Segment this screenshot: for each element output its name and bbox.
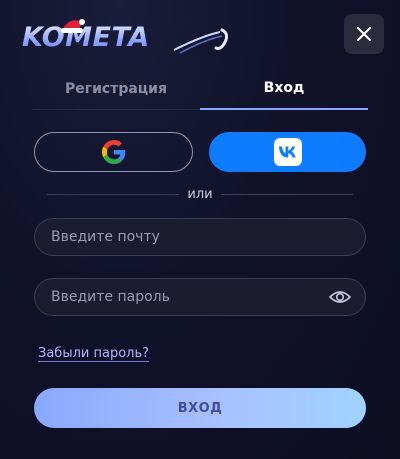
google-login-button[interactable] <box>34 132 193 172</box>
social-login-row <box>34 132 366 172</box>
close-icon <box>357 27 371 41</box>
tab-registration-label: Регистрация <box>65 80 167 97</box>
email-field[interactable] <box>34 218 366 256</box>
close-button[interactable] <box>344 14 384 54</box>
divider-line-right <box>220 193 353 195</box>
auth-tabs: Регистрация Вход <box>32 68 368 110</box>
login-modal: KOMETA Регистрация Вход или Введите почт… <box>0 0 400 459</box>
login-submit-button[interactable]: ВХОД <box>34 388 366 428</box>
vk-login-button[interactable] <box>209 132 366 172</box>
forgot-password-link[interactable]: Забыли пароль? <box>38 346 149 361</box>
eye-icon <box>329 291 351 303</box>
tab-login[interactable]: Вход <box>200 68 368 110</box>
tab-registration[interactable]: Регистрация <box>32 68 200 110</box>
password-input[interactable] <box>35 278 327 316</box>
password-field[interactable] <box>34 278 366 316</box>
show-password-button[interactable] <box>327 284 353 310</box>
tab-login-label: Вход <box>263 80 305 96</box>
vk-icon <box>273 138 302 166</box>
divider-text: или <box>187 186 213 202</box>
email-input[interactable] <box>35 218 365 256</box>
or-divider: или <box>34 184 366 204</box>
kometa-logo: KOMETA <box>22 18 232 58</box>
comet-icon <box>173 28 229 54</box>
divider-line-left <box>47 193 180 195</box>
google-icon <box>101 140 125 164</box>
santa-hat-icon <box>61 19 85 33</box>
